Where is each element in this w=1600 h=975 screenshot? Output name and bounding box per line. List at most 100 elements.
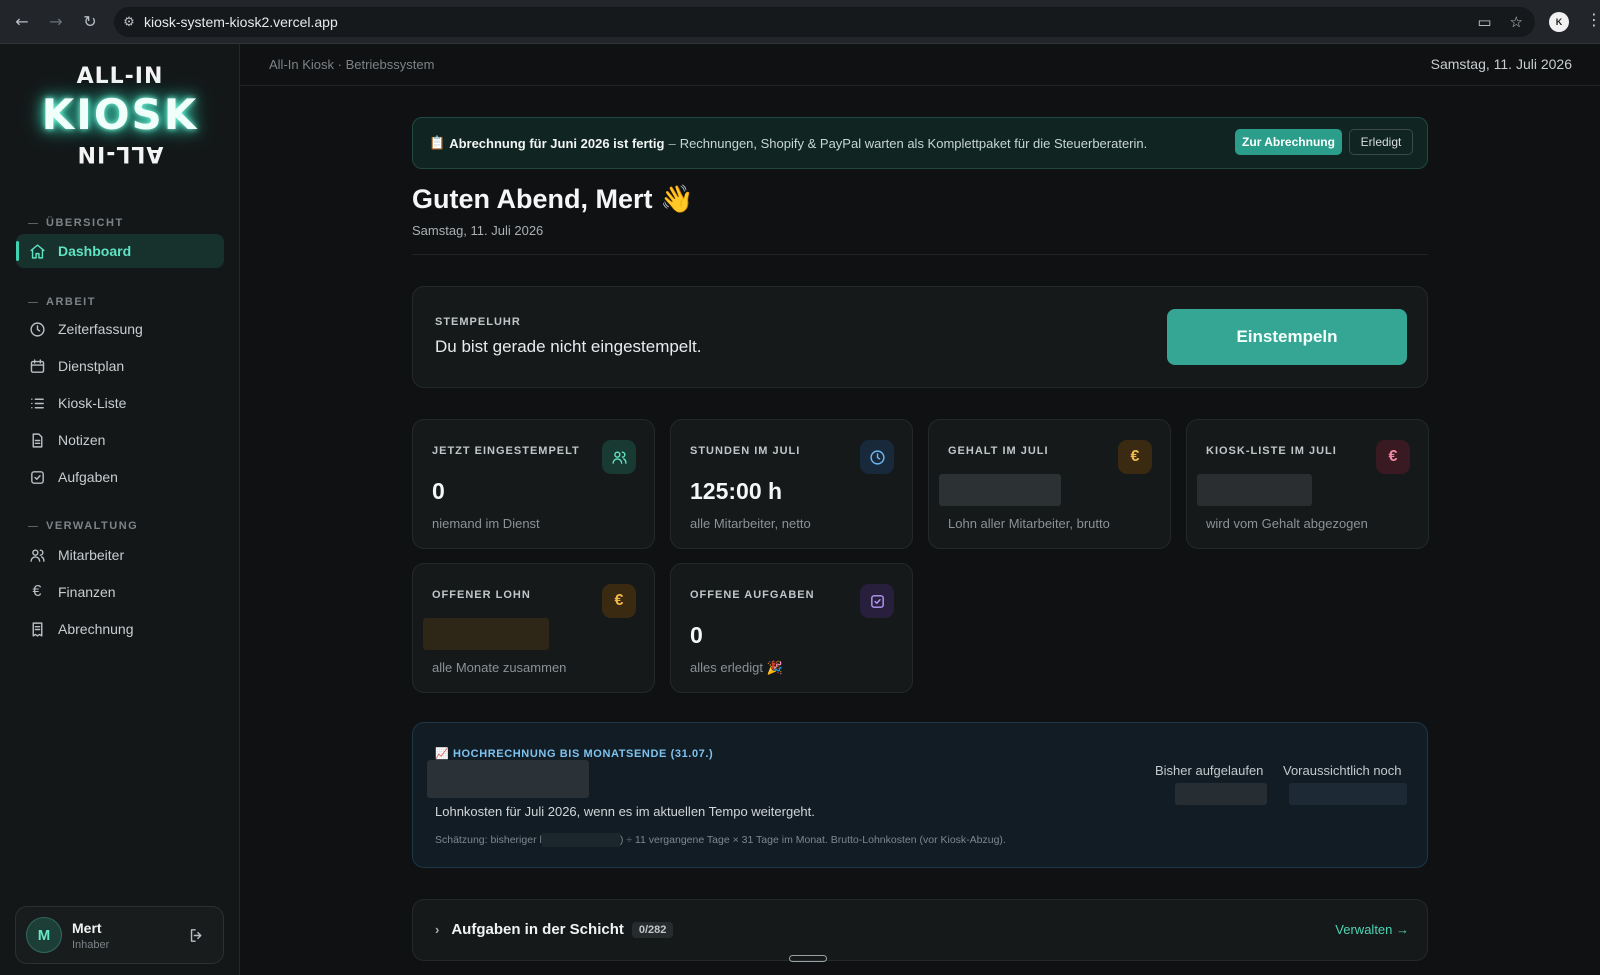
redacted-value — [1197, 474, 1312, 506]
stat-sub: alle Mitarbeiter, netto — [690, 516, 811, 531]
open-billing-button[interactable]: Zur Abrechnung — [1235, 129, 1342, 155]
browser-nav: ← → ↻ — [0, 12, 116, 31]
sidebar-item-kiosk-liste[interactable]: Kiosk-Liste — [16, 386, 224, 420]
stat-card-salary: GEHALT IM JULI € Lohn aller Mitarbeiter,… — [928, 419, 1171, 549]
stat-label: GEHALT IM JULI — [948, 445, 1049, 457]
checkbox-icon — [28, 468, 46, 486]
forward-icon[interactable]: → — [48, 12, 64, 31]
banner-title: Abrechnung für Juni 2026 ist fertig — [449, 135, 665, 151]
redacted-inline-value — [541, 833, 620, 847]
top-bar: All-In Kiosk · Betriebssystem Samstag, 1… — [240, 44, 1600, 86]
stat-sub: alles erledigt 🎉 — [690, 660, 783, 675]
stat-label: KIOSK-LISTE IM JULI — [1206, 445, 1337, 457]
user-meta: Mert Inhaber — [72, 920, 109, 951]
user-card: M Mert Inhaber — [15, 906, 224, 964]
shift-tasks-count: 0/282 — [631, 921, 674, 938]
sidebar-item-dienstplan[interactable]: Dienstplan — [16, 349, 224, 383]
euro-icon: € — [32, 583, 42, 600]
stat-label: OFFENER LOHN — [432, 589, 531, 601]
sidebar-item-label: Dashboard — [58, 243, 132, 259]
shift-tasks-card[interactable]: › Aufgaben in der Schicht 0/282 Verwalte… — [412, 899, 1428, 961]
stat-sub: wird vom Gehalt abgezogen — [1206, 516, 1368, 531]
projection-title: 📈 HOCHRECHNUNG BIS MONATSENDE (31.07.) — [435, 748, 714, 760]
scroll-handle[interactable] — [789, 955, 827, 962]
app-logo[interactable]: ALL-IN KIOSK ALL-IN — [40, 62, 200, 192]
users-icon — [28, 546, 46, 564]
sidebar-item-aufgaben[interactable]: Aufgaben — [16, 460, 224, 494]
reload-icon[interactable]: ↻ — [82, 12, 98, 31]
sidebar: ALL-IN KIOSK ALL-IN ÜBERSICHT Dashboard … — [0, 44, 240, 975]
cast-icon[interactable]: ▭ — [1477, 13, 1491, 31]
projection-note-prefix: Schätzung: bisheriger l — [435, 833, 542, 846]
euro-icon: € — [1376, 440, 1410, 474]
time-clock-label: STEMPELUHR — [435, 316, 521, 328]
clock-in-button[interactable]: Einstempeln — [1167, 309, 1407, 365]
chevron-right-icon: › — [435, 922, 440, 937]
browser-menu-icon[interactable]: ⋮ — [1586, 10, 1600, 30]
checkbox-icon — [860, 584, 894, 618]
profile-avatar[interactable]: K — [1549, 12, 1569, 32]
billing-banner: 📋 Abrechnung für Juni 2026 ist fertig – … — [412, 117, 1428, 169]
manage-tasks-link[interactable]: Verwalten → — [1335, 922, 1409, 937]
shift-tasks-toggle[interactable]: › Aufgaben in der Schicht 0/282 — [435, 921, 674, 938]
redacted-projection-value — [427, 760, 589, 798]
logo-main: KIOSK — [41, 90, 199, 139]
stat-card-open-wages: OFFENER LOHN € alle Monate zusammen — [412, 563, 655, 693]
stat-sub: alle Monate zusammen — [432, 660, 567, 675]
dismiss-banner-button[interactable]: Erledigt — [1349, 129, 1413, 155]
sidebar-item-dashboard[interactable]: Dashboard — [16, 234, 224, 268]
url-text: kiosk-system-kiosk2.vercel.app — [144, 14, 338, 30]
euro-icon: € — [1118, 440, 1152, 474]
sidebar-item-label: Finanzen — [58, 584, 116, 600]
accrued-label: Bisher aufgelaufen — [1155, 763, 1264, 778]
time-clock-card: STEMPELUHR Du bist gerade nicht eingeste… — [412, 286, 1428, 388]
projection-note: Schätzung: bisheriger l ) ÷ 11 vergangene… — [435, 833, 1006, 847]
user-name: Mert — [72, 919, 102, 936]
stat-value: 125:00 h — [690, 478, 783, 504]
redacted-value — [939, 474, 1061, 506]
shift-tasks-title: Aufgaben in der Schicht — [451, 921, 624, 938]
sidebar-item-mitarbeiter[interactable]: Mitarbeiter — [16, 538, 224, 572]
stat-card-hours: STUNDEN IM JULI 125:00 h alle Mitarbeite… — [670, 419, 913, 549]
sidebar-item-finanzen[interactable]: € Finanzen — [16, 575, 224, 609]
users-icon — [602, 440, 636, 474]
calendar-icon — [28, 357, 46, 375]
stat-label: JETZT EINGESTEMPELT — [432, 445, 580, 457]
sidebar-item-label: Mitarbeiter — [58, 547, 125, 563]
stat-card-clocked-in: JETZT EINGESTEMPELT 0 niemand im Dienst — [412, 419, 655, 549]
redacted-accrued-value — [1175, 783, 1267, 805]
section-label-admin: VERWALTUNG — [28, 520, 138, 532]
top-date: Samstag, 11. Juli 2026 — [1430, 56, 1572, 72]
redacted-remaining-value — [1289, 783, 1407, 805]
receipt-icon — [28, 620, 46, 638]
back-icon[interactable]: ← — [14, 12, 30, 31]
time-clock-status: Du bist gerade nicht eingestempelt. — [435, 337, 702, 356]
bookmark-star-icon[interactable]: ☆ — [1510, 13, 1523, 31]
logout-icon[interactable] — [188, 927, 205, 949]
user-role: Inhaber — [72, 938, 110, 951]
banner-separator: – — [668, 135, 676, 151]
page-title: Guten Abend, Mert 👋 — [412, 184, 694, 214]
avatar[interactable]: M — [26, 917, 62, 953]
banner-text: Rechnungen, Shopify & PayPal warten als … — [679, 135, 1148, 151]
stat-card-open-tasks: OFFENE AUFGABEN 0 alles erledigt 🎉 — [670, 563, 913, 693]
clock-icon — [860, 440, 894, 474]
stat-label: STUNDEN IM JULI — [690, 445, 801, 457]
section-label-overview: ÜBERSICHT — [28, 217, 124, 229]
sidebar-item-label: Notizen — [58, 432, 106, 448]
sidebar-item-notizen[interactable]: Notizen — [16, 423, 224, 457]
divider — [412, 254, 1428, 255]
address-bar[interactable]: ⚙ kiosk-system-kiosk2.vercel.app ▭ ☆ — [114, 7, 1535, 37]
page-date: Samstag, 11. Juli 2026 — [412, 223, 544, 238]
sidebar-item-zeiterfassung[interactable]: Zeiterfassung — [16, 312, 224, 346]
projection-note-suffix: ) ÷ 11 vergangene Tage × 31 Tage im Mona… — [619, 833, 1006, 846]
urlbar-actions: ▭ ☆ — [1477, 13, 1523, 31]
sidebar-item-abrechnung[interactable]: Abrechnung — [16, 612, 224, 646]
home-icon — [28, 242, 46, 260]
stat-value: 0 — [432, 478, 445, 504]
site-settings-icon[interactable]: ⚙ — [114, 15, 144, 30]
projection-description: Lohnkosten für Juli 2026, wenn es im akt… — [435, 804, 815, 819]
list-icon — [28, 394, 46, 412]
clipboard-icon: 📋 — [429, 135, 446, 150]
sidebar-item-label: Aufgaben — [58, 469, 118, 485]
